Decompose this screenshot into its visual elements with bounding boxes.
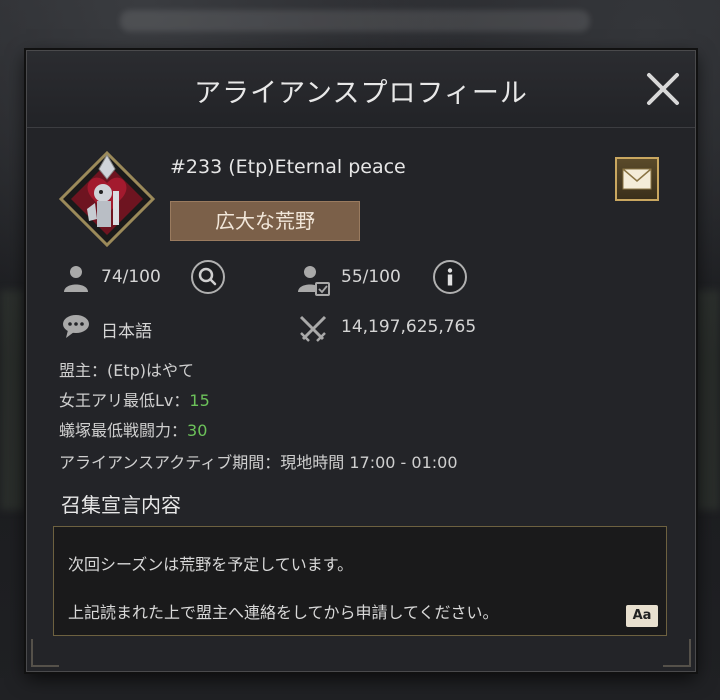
declaration-section-title: 召集宣言内容 [61, 493, 181, 517]
close-button[interactable] [645, 71, 681, 107]
active-time-info: アライアンスアクティブ期間：現地時間 17:00 - 01:00 [59, 453, 458, 472]
queen-level-value: 15 [189, 391, 210, 410]
background-blur [696, 290, 720, 510]
person-icon [64, 266, 88, 292]
translate-button[interactable]: Aa [626, 605, 658, 627]
corner-ornament [663, 639, 691, 667]
dialog-header: アライアンスプロフィール [27, 51, 695, 128]
region-badge: 広大な荒野 [170, 201, 360, 241]
declaration-line-2: 上記読まれた上で盟主へ連絡をしてから申請してください。 [68, 603, 499, 622]
close-icon [647, 73, 679, 105]
alliance-profile-dialog: アライアンスプロフィール #233 (Etp)Eternal peace 広大な… [26, 50, 696, 672]
min-power-label: 蟻塚最低戦闘力： [59, 421, 188, 440]
leader-info: 盟主：(Etp)はやて [59, 361, 195, 380]
min-power-info: 蟻塚最低戦闘力：30 [59, 417, 207, 441]
queen-level-label: 女王アリ最低Lv： [59, 391, 190, 410]
mail-icon [622, 168, 652, 190]
background-blur [120, 10, 590, 32]
min-power-value: 30 [187, 421, 208, 440]
declaration-box: 次回シーズンは荒野を予定しています。 上記読まれた上で盟主へ連絡をしてから申請し… [53, 526, 667, 636]
queen-level-info: 女王アリ最低Lv：15 [59, 387, 210, 411]
chat-bubble-icon [63, 315, 89, 338]
info-button[interactable] [433, 260, 467, 294]
member-count-value: 74/100 [101, 267, 161, 287]
person-calendar-icon [298, 266, 330, 296]
applicant-count-value: 55/100 [341, 267, 401, 287]
dialog-title: アライアンスプロフィール [194, 78, 528, 109]
background-blur [0, 290, 24, 510]
member-search-button[interactable] [191, 260, 225, 294]
declaration-line-1: 次回シーズンは荒野を予定しています。 [68, 555, 354, 574]
corner-ornament [31, 639, 59, 667]
language-value: 日本語 [101, 322, 152, 342]
search-icon [198, 267, 217, 286]
mail-button[interactable] [615, 157, 659, 201]
crossed-swords-icon [299, 315, 327, 342]
alliance-emblem [57, 149, 157, 249]
power-value: 14,197,625,765 [341, 317, 477, 337]
info-icon [447, 268, 453, 286]
alliance-name: #233 (Etp)Eternal peace [170, 156, 406, 178]
